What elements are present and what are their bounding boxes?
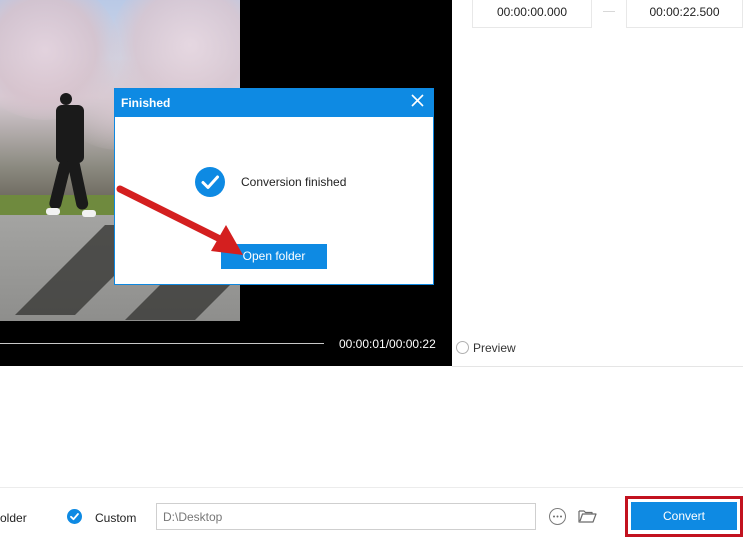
trim-end-time[interactable]: 00:00:22.500: [626, 0, 743, 28]
person-torso: [56, 105, 84, 163]
bottom-divider: [0, 487, 743, 488]
more-options-icon[interactable]: [549, 508, 566, 525]
check-circle-icon: [195, 167, 225, 197]
time-range-dash: [603, 11, 615, 12]
conversion-message: Conversion finished: [241, 175, 347, 189]
preview-label: Preview: [473, 341, 516, 355]
dialog-header: Finished: [115, 89, 433, 117]
convert-button[interactable]: Convert: [631, 502, 737, 530]
open-folder-button[interactable]: Open folder: [221, 244, 327, 269]
folder-icon[interactable]: [578, 508, 597, 524]
trim-start-time[interactable]: 00:00:00.000: [472, 0, 592, 28]
section-divider: [452, 366, 743, 367]
dialog-title: Finished: [121, 96, 171, 110]
playback-timecode: 00:00:01/00:00:22: [339, 337, 436, 351]
output-path-input[interactable]: [156, 503, 536, 530]
person-shoe: [82, 210, 96, 217]
finished-dialog: Finished Conversion finished Open folder: [114, 88, 434, 285]
custom-label: Custom: [95, 511, 137, 525]
person-shoe: [46, 208, 60, 215]
custom-radio[interactable]: [67, 509, 82, 524]
preview-radio[interactable]: [456, 341, 469, 354]
close-icon[interactable]: [411, 94, 424, 111]
source-folder-label: older: [0, 511, 27, 525]
person-head: [60, 93, 72, 105]
playback-timeline[interactable]: [0, 343, 324, 344]
